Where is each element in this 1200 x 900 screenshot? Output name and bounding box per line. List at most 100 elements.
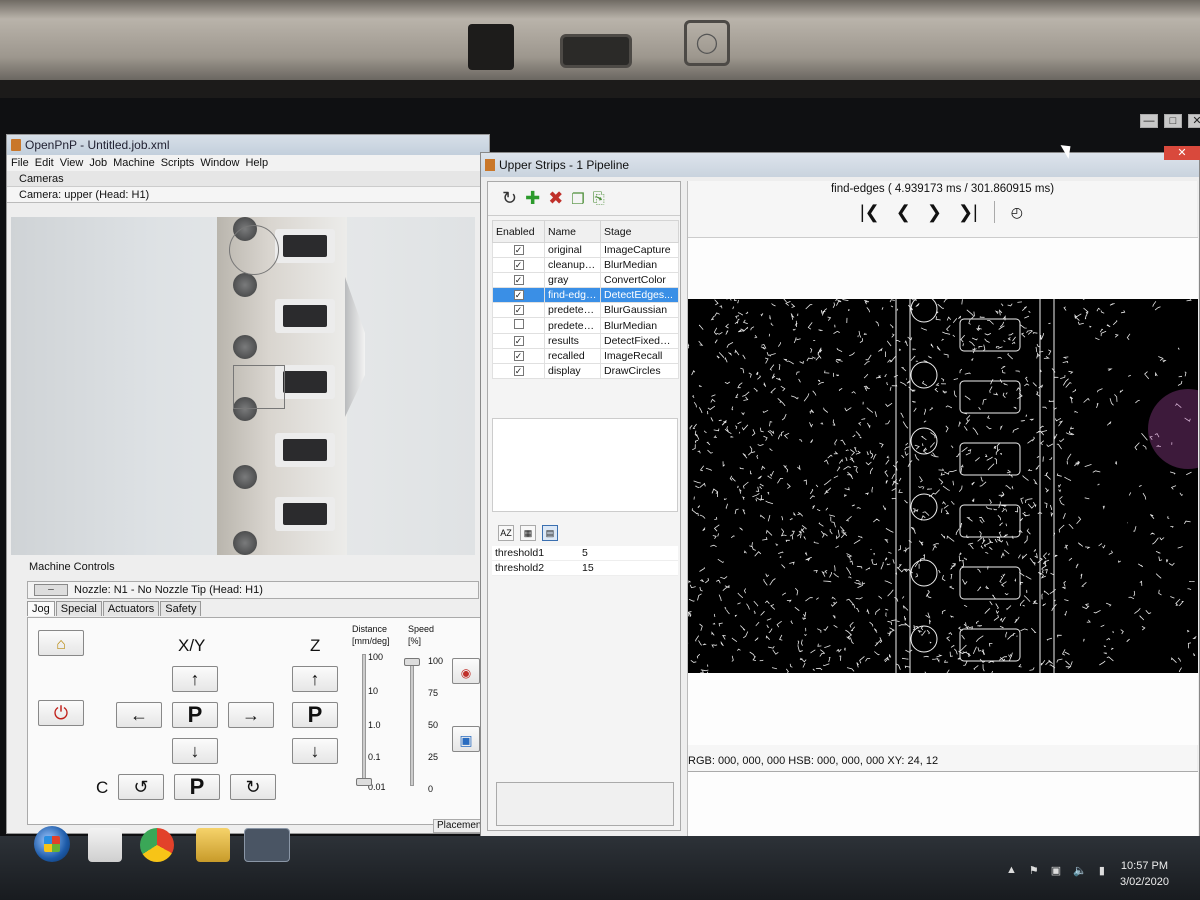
menu-scripts[interactable]: Scripts [161, 157, 195, 169]
list-view-icon[interactable]: ▤ [542, 525, 558, 541]
taskbar-clock[interactable]: 10:57 PM 3/02/2020 [1120, 858, 1169, 890]
jog-c-cw-button[interactable]: ↻ [230, 774, 276, 800]
menu-window[interactable]: Window [200, 157, 239, 169]
jog-z-plus-button[interactable]: ↑ [292, 666, 338, 692]
camera-select-label[interactable]: Camera: upper (Head: H1) [7, 187, 489, 203]
menu-machine[interactable]: Machine [113, 157, 155, 169]
jog-c-ccw-button[interactable]: ↺ [118, 774, 164, 800]
taskbar-openpnp-icon[interactable] [244, 828, 290, 862]
stage-enabled-checkbox[interactable]: ✓ [513, 351, 524, 361]
stage-row[interactable]: ✓ cleanup-... BlurMedian [492, 257, 679, 273]
menu-help[interactable]: Help [245, 157, 268, 169]
stage-type[interactable]: DetectEdges... [600, 287, 679, 303]
stage-row[interactable]: ✓ find-edges DetectEdges... [492, 287, 679, 303]
stage-enabled-checkbox[interactable]: ✓ [513, 305, 524, 315]
next-stage-icon[interactable]: ❯ [927, 202, 942, 223]
tab-special[interactable]: Special [55, 601, 102, 616]
distance-slider[interactable] [362, 654, 366, 784]
stage-name[interactable]: gray [544, 272, 601, 288]
menu-view[interactable]: View [60, 157, 84, 169]
tray-volume-icon[interactable]: 🔈 [1073, 864, 1087, 877]
tab-safety[interactable]: Safety [160, 601, 202, 616]
stage-row[interactable]: ✓ gray ConvertColor [492, 272, 679, 288]
nozzle-toggle-button[interactable]: ─ [34, 584, 68, 596]
jog-y-plus-button[interactable]: ↑ [172, 666, 218, 692]
jog-z-minus-button[interactable]: ↓ [292, 738, 338, 764]
tray-flag-icon[interactable]: ⚑ [1029, 864, 1039, 877]
jog-x-plus-button[interactable]: → [228, 702, 274, 728]
distance-slider-thumb[interactable] [356, 778, 372, 786]
home-button[interactable]: ⌂ [38, 630, 84, 656]
property-value[interactable]: 15 [582, 562, 594, 574]
stage-enabled-checkbox[interactable]: ✓ [513, 260, 524, 270]
menu-job[interactable]: Job [89, 157, 107, 169]
camera-view[interactable] [11, 217, 475, 555]
stage-type[interactable]: DrawCircles [600, 363, 679, 379]
stage-name[interactable]: original [544, 242, 601, 258]
park-z-button[interactable]: P [292, 702, 338, 728]
stage-row[interactable]: ✓ display DrawCircles [492, 363, 679, 379]
pin-icon[interactable]: ◴ [1011, 204, 1023, 221]
tray-network-icon[interactable]: ▮ [1099, 864, 1105, 877]
stage-type[interactable]: ConvertColor [600, 272, 679, 288]
categorize-icon[interactable]: ▦ [520, 525, 536, 541]
property-value[interactable]: 5 [582, 547, 588, 559]
property-row[interactable]: threshold2 15 [492, 561, 678, 576]
stage-name[interactable]: find-edges [544, 287, 601, 303]
stage-enabled-checkbox[interactable] [513, 319, 524, 329]
stage-enabled-checkbox[interactable]: ✓ [513, 336, 524, 346]
property-row[interactable]: threshold1 5 [492, 546, 678, 561]
nozzle-selector[interactable]: ─ Nozzle: N1 - No Nozzle Tip (Head: H1) [27, 581, 479, 599]
stage-enabled-checkbox[interactable]: ✓ [513, 366, 524, 376]
capture-camera-button[interactable]: ▣ [452, 726, 480, 752]
pipeline-close-button[interactable]: ✕ [1164, 146, 1200, 160]
speed-slider-thumb[interactable] [404, 658, 420, 666]
jog-y-minus-button[interactable]: ↓ [172, 738, 218, 764]
close-icon[interactable]: ✕ [1188, 114, 1200, 128]
stage-row[interactable]: ✓ original ImageCapture [492, 242, 679, 258]
delete-icon[interactable]: ✖ [548, 188, 563, 209]
start-button[interactable] [34, 826, 70, 862]
stage-name[interactable]: cleanup-... [544, 257, 601, 273]
power-button[interactable]: ⏻ [38, 700, 84, 726]
stage-type[interactable]: ImageCapture [600, 242, 679, 258]
tray-arrow-icon[interactable]: ▲ [1006, 864, 1017, 877]
column-name[interactable]: Name [544, 220, 601, 243]
first-stage-icon[interactable]: |❮ [860, 202, 880, 223]
speed-slider[interactable] [410, 658, 414, 786]
stage-name[interactable]: recalled [544, 348, 601, 364]
paste-icon[interactable]: ⎘ [593, 190, 605, 207]
copy-icon[interactable]: ❐ [571, 190, 584, 208]
last-stage-icon[interactable]: ❯| [958, 202, 978, 223]
add-icon[interactable]: ✚ [525, 188, 540, 209]
stage-row[interactable]: ✓ predetec... BlurGaussian [492, 302, 679, 318]
stage-type[interactable]: BlurMedian [600, 257, 679, 273]
column-stage[interactable]: Stage [600, 220, 679, 243]
stage-enabled-checkbox[interactable]: ✓ [513, 290, 524, 300]
stage-row[interactable]: predetec... BlurMedian [492, 317, 679, 334]
taskbar-chrome-icon[interactable] [140, 828, 174, 862]
edge-detection-image[interactable] [688, 299, 1198, 673]
refresh-icon[interactable]: ↻ [502, 188, 517, 209]
menu-edit[interactable]: Edit [35, 157, 54, 169]
tab-jog[interactable]: Jog [27, 601, 55, 616]
park-c-button[interactable]: P [174, 774, 220, 800]
jog-x-minus-button[interactable]: ← [116, 702, 162, 728]
desktop-window-controls[interactable]: — □ ✕ [1140, 114, 1200, 128]
minimize-icon[interactable]: — [1140, 114, 1158, 128]
taskbar-explorer-icon[interactable] [196, 828, 230, 862]
tab-actuators[interactable]: Actuators [102, 601, 160, 616]
maximize-icon[interactable]: □ [1164, 114, 1182, 128]
column-enabled[interactable]: Enabled [492, 220, 545, 243]
park-xy-button[interactable]: P [172, 702, 218, 728]
stage-enabled-checkbox[interactable]: ✓ [513, 275, 524, 285]
stage-name[interactable]: results [544, 333, 601, 349]
camera-position-button[interactable]: ◉ [452, 658, 480, 684]
previous-stage-icon[interactable]: ❮ [896, 202, 911, 223]
menu-file[interactable]: File [11, 157, 29, 169]
sort-alpha-icon[interactable]: AZ [498, 525, 514, 541]
stage-type[interactable]: DetectFixedCi... [600, 333, 679, 349]
tray-monitor-icon[interactable]: ▣ [1051, 864, 1061, 877]
taskbar-app-grid-icon[interactable] [88, 828, 122, 862]
stage-name[interactable]: display [544, 363, 601, 379]
